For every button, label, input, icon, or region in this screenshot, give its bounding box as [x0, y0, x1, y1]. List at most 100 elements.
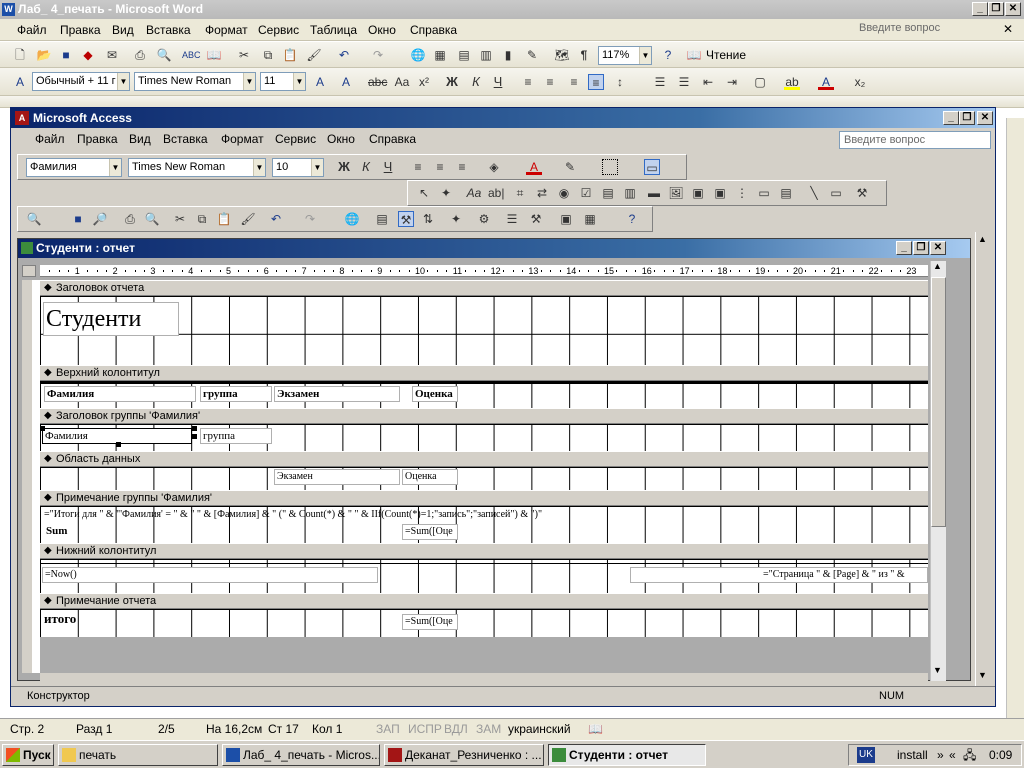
ruler-corner[interactable] [22, 265, 36, 277]
report-close-button[interactable]: ✕ [930, 241, 946, 255]
page-footer-line[interactable] [40, 563, 928, 564]
word-vertical-scrollbar[interactable] [1006, 118, 1024, 718]
access-paste-icon[interactable]: 📋 [216, 211, 232, 227]
access-format-painter-icon[interactable]: 🖌 [240, 211, 256, 227]
header-grade-label[interactable]: Оценка [412, 386, 458, 402]
access-italic-button[interactable]: К [358, 159, 374, 175]
access-align-left-icon[interactable]: ≡ [410, 159, 426, 175]
access-menu-insert[interactable]: Вставка [163, 132, 208, 146]
access-help-input[interactable]: Введите вопрос [839, 131, 991, 149]
access-font-color-icon[interactable]: A [526, 159, 542, 175]
access-preview-icon[interactable]: 🔍 [144, 211, 160, 227]
access-menu-help[interactable]: Справка [369, 132, 416, 146]
selection-handle[interactable] [40, 426, 45, 431]
status-rec[interactable]: ЗАП [376, 719, 400, 739]
document-map-icon[interactable]: 🗺 [554, 47, 570, 63]
tray-install[interactable]: install [897, 745, 928, 765]
language-indicator[interactable]: UK [857, 747, 875, 763]
menu-tools[interactable]: Сервис [258, 23, 299, 37]
font-size-select[interactable]: 11 ▼ [260, 72, 306, 91]
rectangle-tool-icon[interactable]: ▭ [828, 185, 844, 201]
print-icon[interactable]: ⎙ [132, 47, 148, 63]
search-icon[interactable]: 🔎 [92, 211, 108, 227]
superscript-icon[interactable]: x² [416, 74, 432, 90]
cut-icon[interactable]: ✂ [236, 47, 252, 63]
access-menu-edit[interactable]: Правка [77, 132, 118, 146]
toolbox-toggle-icon[interactable]: ⚒ [398, 211, 414, 227]
access-menu-file[interactable]: Файл [35, 132, 65, 146]
new-icon[interactable]: 🗋 [12, 47, 28, 63]
toggle-button-icon[interactable]: ⇄ [534, 185, 550, 201]
fill-color-icon[interactable]: ◈ [486, 159, 502, 175]
more-controls-icon[interactable]: ⚒ [854, 185, 870, 201]
decrease-indent-icon[interactable]: ⇤ [700, 74, 716, 90]
image-tool-icon[interactable]: 🖼 [668, 185, 684, 201]
zoom-select[interactable]: 117% ▼ [598, 46, 652, 65]
style-select[interactable]: Обычный + 11 г ▼ [32, 72, 130, 91]
tray-back-icon[interactable]: « [949, 745, 956, 765]
copy-icon[interactable]: ⧉ [260, 47, 276, 63]
selection-handle[interactable] [192, 426, 197, 431]
status-ovr[interactable]: ЗАМ [476, 719, 501, 739]
group-summary-expression[interactable]: ="Итоги для " & "'Фамилия' = " & " " & [… [42, 508, 642, 524]
object-select[interactable]: Фамилия ▼ [26, 158, 122, 177]
report-minimize-button[interactable]: _ [896, 241, 912, 255]
network-icon[interactable]: 🖧 [963, 745, 976, 765]
access-app-icon[interactable]: A [15, 111, 29, 125]
command-button-tool-icon[interactable]: ▬ [646, 185, 662, 201]
permission-icon[interactable]: ◆ [80, 47, 96, 63]
group-sum-label[interactable]: Sum [44, 524, 74, 540]
header-group-label[interactable]: группа [200, 386, 272, 402]
drawing-icon[interactable]: ✎ [524, 47, 540, 63]
tray-expand-icon[interactable]: » [937, 745, 944, 765]
control-wizards-icon[interactable]: ✦ [438, 185, 454, 201]
research-icon[interactable]: 📖 [206, 47, 222, 63]
insert-table-icon[interactable]: ▤ [456, 47, 472, 63]
detail-grade-field[interactable]: Оценка [402, 469, 458, 485]
report-footer-area[interactable] [40, 609, 928, 637]
new-object-icon[interactable]: ▦ [582, 211, 598, 227]
justify-icon[interactable]: ≡ [588, 74, 604, 90]
access-underline-button[interactable]: Ч [380, 159, 396, 175]
option-button-icon[interactable]: ◉ [556, 185, 572, 201]
page-header-line[interactable] [40, 382, 928, 384]
checkbox-tool-icon[interactable]: ☑ [578, 185, 594, 201]
task-word[interactable]: Лаб_ 4_печать - Micros... [222, 744, 380, 766]
section-page-header[interactable]: ◆ Верхний колонтитул [40, 365, 928, 381]
access-align-center-icon[interactable]: ≡ [432, 159, 448, 175]
selection-handle[interactable] [192, 434, 197, 439]
access-redo-icon[interactable]: ↷ [302, 211, 318, 227]
increase-indent-icon[interactable]: ⇥ [724, 74, 740, 90]
access-help-icon[interactable]: ? [624, 211, 640, 227]
access-mdi-scrollbar[interactable]: ▲ ▼ [975, 232, 993, 686]
field-list-icon[interactable]: ▤ [374, 211, 390, 227]
subscript-icon[interactable]: x₂ [852, 74, 868, 90]
access-save-icon[interactable]: ■ [70, 211, 86, 227]
group-group-field[interactable]: группа [200, 428, 272, 444]
list-box-tool-icon[interactable]: ▥ [622, 185, 638, 201]
bold-button[interactable]: Ж [444, 74, 460, 90]
menu-table[interactable]: Таблица [310, 23, 357, 37]
menu-edit[interactable]: Правка [60, 23, 101, 37]
line-tool-icon[interactable]: ╲ [806, 185, 822, 201]
database-window-icon[interactable]: ▣ [558, 211, 574, 227]
section-group-footer[interactable]: ◆ Примечание группы 'Фамилия' [40, 490, 928, 506]
group-sum-field[interactable]: =Sum([Оце [402, 524, 458, 540]
page-break-icon[interactable]: ⋮ [734, 185, 750, 201]
properties-icon[interactable]: ☰ [504, 211, 520, 227]
spelling-status-icon[interactable]: 📖 [588, 719, 603, 739]
view-icon[interactable]: 🔍 [26, 211, 42, 227]
menu-file[interactable]: Файл [17, 23, 47, 37]
build-icon[interactable]: ⚒ [528, 211, 544, 227]
access-font-select[interactable]: Times New Roman ▼ [128, 158, 266, 177]
unbound-frame-icon[interactable]: ▣ [690, 185, 706, 201]
access-bold-button[interactable]: Ж [336, 159, 352, 175]
combo-box-tool-icon[interactable]: ▤ [600, 185, 616, 201]
autoformat-icon[interactable]: ✦ [448, 211, 464, 227]
task-folder[interactable]: печать [58, 744, 218, 766]
highlight-icon[interactable]: ab [784, 74, 800, 90]
read-icon[interactable]: 📖 [686, 47, 702, 63]
access-print-icon[interactable]: ⎙ [122, 211, 138, 227]
bullets-icon[interactable]: ☰ [676, 74, 692, 90]
menu-help[interactable]: Справка [410, 23, 457, 37]
